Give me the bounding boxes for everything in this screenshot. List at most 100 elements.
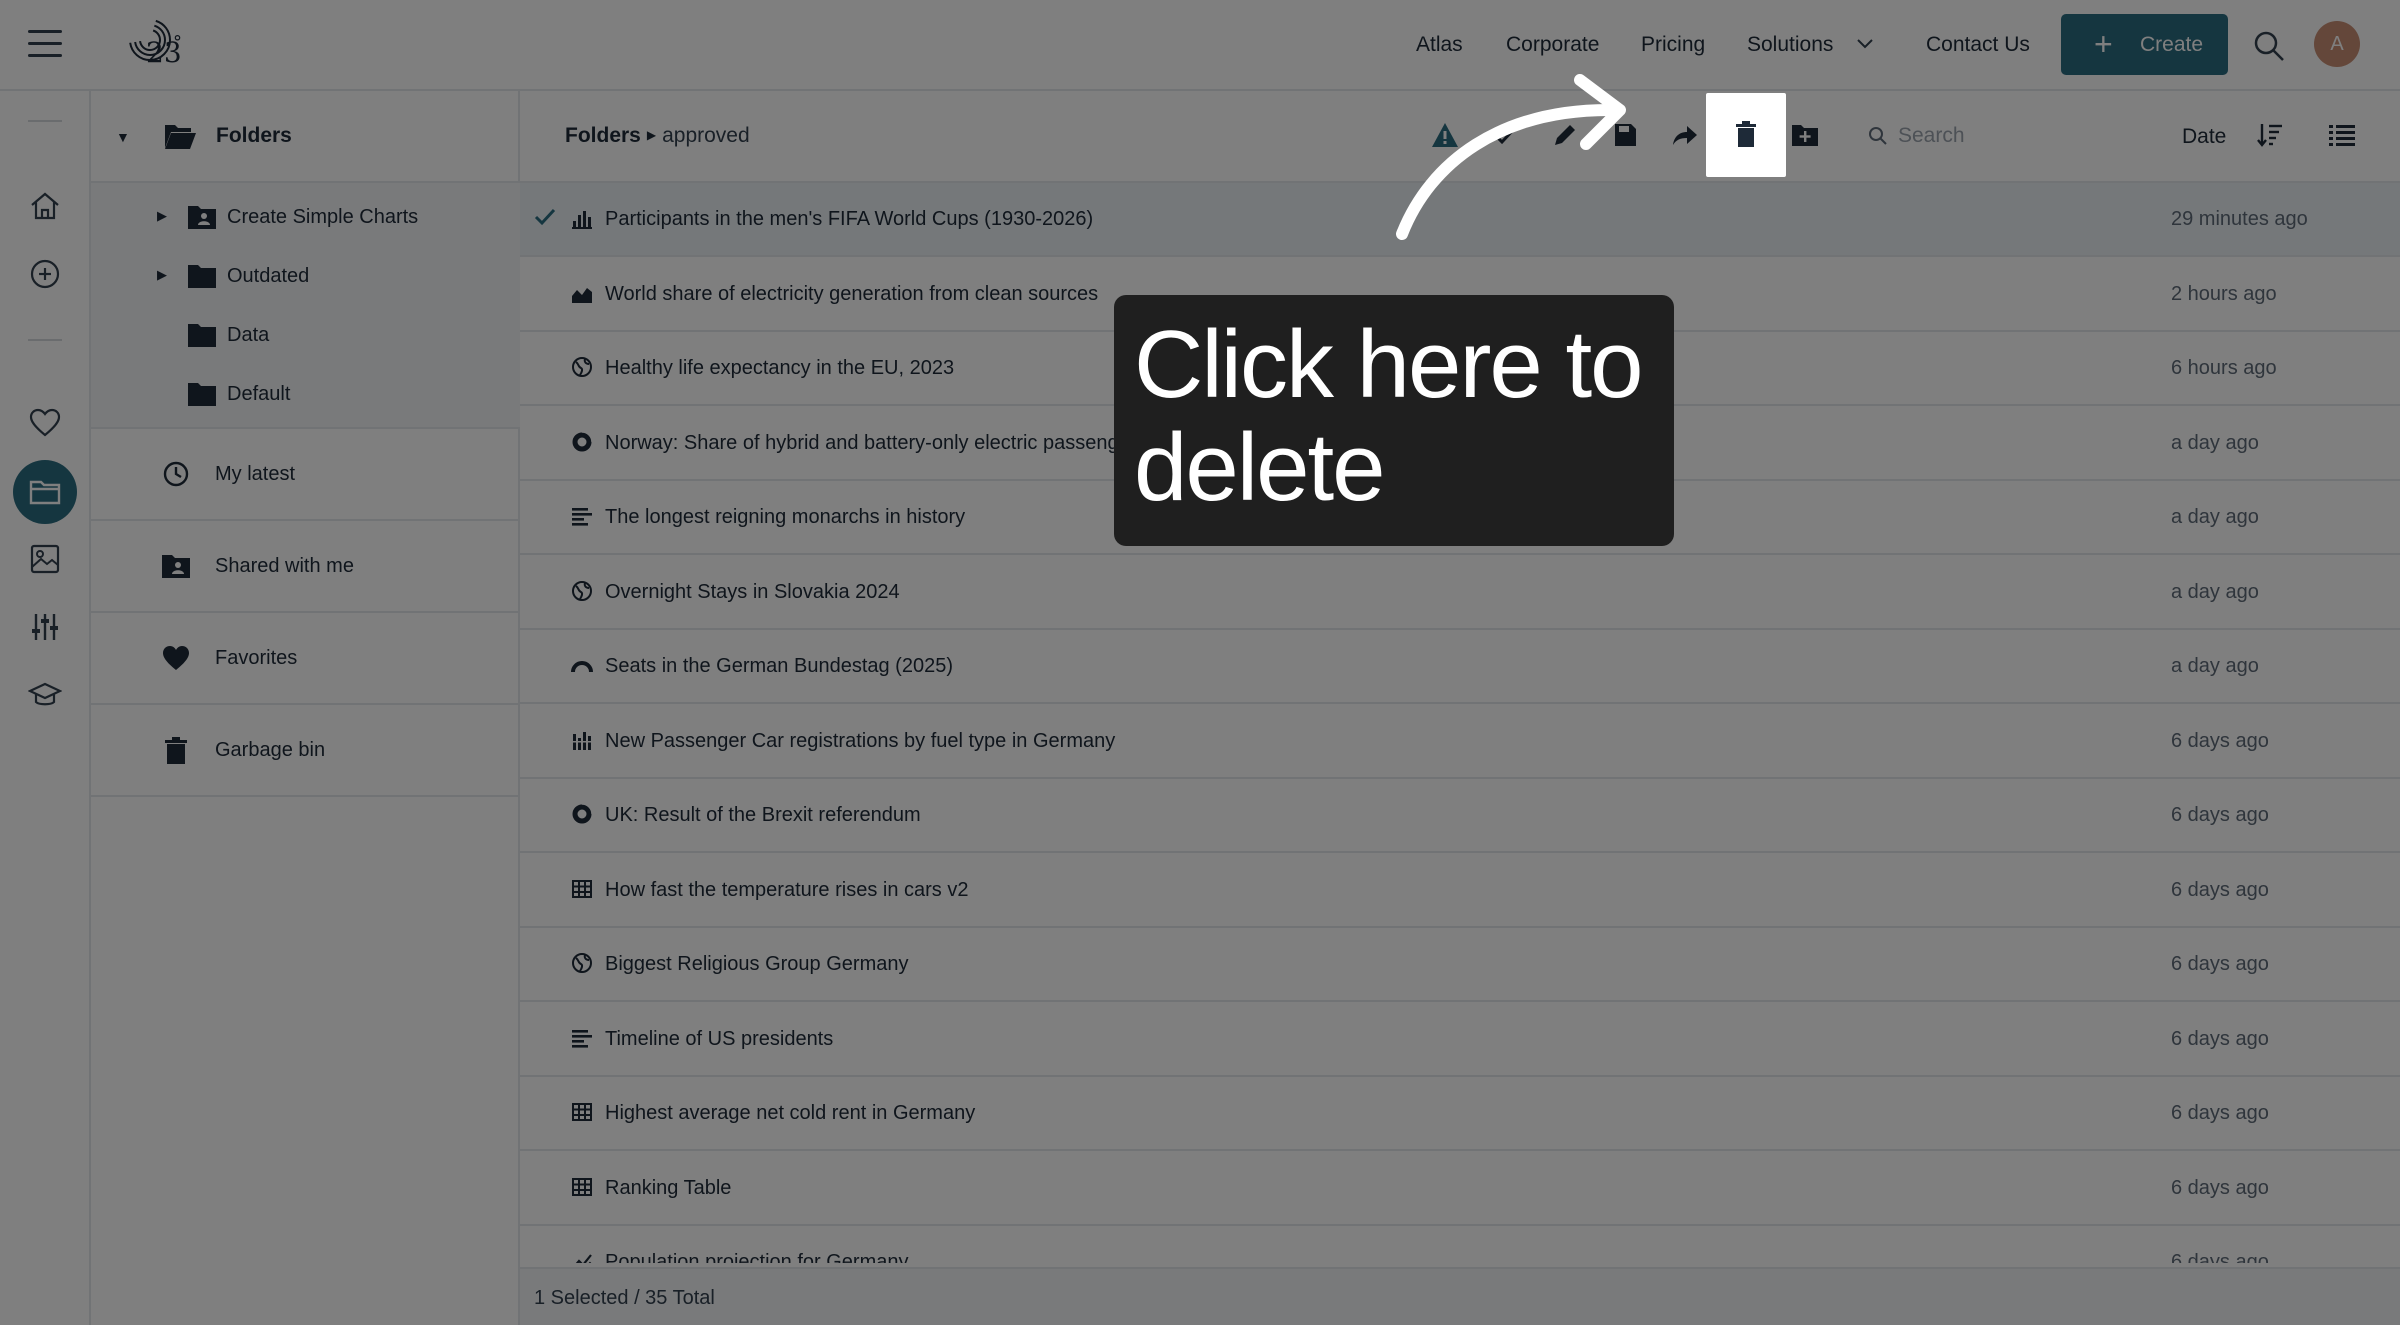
row-title[interactable]: Ranking Table	[605, 1177, 731, 1200]
folder-icon	[188, 383, 216, 406]
section-garbage-bin[interactable]: Garbage bin	[91, 705, 520, 797]
folders-root[interactable]: ▼ Folders	[91, 91, 520, 183]
home-icon[interactable]	[28, 189, 62, 223]
caret-right-icon[interactable]: ▶	[157, 267, 167, 283]
row-title[interactable]: World share of electricity generation fr…	[605, 283, 1098, 306]
trash-icon	[1736, 121, 1756, 147]
row-timestamp: 6 days ago	[2171, 1176, 2269, 1199]
nav-link-solutions[interactable]: Solutions	[1747, 33, 1833, 57]
row-title[interactable]: UK: Result of the Brexit referendum	[605, 804, 921, 827]
heart-icon[interactable]	[28, 406, 62, 440]
globe-icon	[572, 953, 592, 973]
row-timestamp: 6 hours ago	[2171, 357, 2277, 379]
chevron-down-icon[interactable]	[1854, 32, 1876, 54]
main-content: Folders ▶ approved Search Date Participa…	[520, 91, 2400, 1325]
row-title[interactable]: Overnight Stays in Slovakia 2024	[605, 581, 900, 604]
subfolder-label: Data	[227, 324, 270, 346]
row-title[interactable]: Healthy life expectancy in the EU, 2023	[605, 357, 954, 380]
list-row[interactable]: Biggest Religious Group Germany 6 days ag…	[520, 928, 2400, 1002]
row-title[interactable]: Timeline of US presidents	[605, 1028, 833, 1051]
row-title[interactable]: How fast the temperature rises in cars v…	[605, 879, 968, 902]
folder-tree-panel: ▼ Folders ▶ Create Simple Charts ▶ Outda…	[91, 91, 520, 1325]
tooltip-text: Click here to delete	[1134, 311, 1644, 521]
row-title[interactable]: Population projection for Germany	[605, 1251, 909, 1263]
row-title[interactable]: Biggest Religious Group Germany	[605, 953, 908, 976]
tutorial-tooltip: Click here to delete	[1114, 295, 1674, 546]
subfolder-create-simple-charts[interactable]: ▶ Create Simple Charts	[91, 187, 520, 246]
row-title[interactable]: New Passenger Car registrations by fuel …	[605, 730, 1115, 753]
rail-divider	[28, 339, 62, 341]
list-row[interactable]: Overnight Stays in Slovakia 2024 a day ag…	[520, 556, 2400, 630]
graduation-cap-icon[interactable]	[28, 678, 62, 712]
table-icon	[572, 879, 592, 898]
list-row[interactable]: Ranking Table 6 days ago	[520, 1152, 2400, 1226]
row-title[interactable]: Highest average net cold rent in Germany	[605, 1102, 975, 1125]
section-shared-with-me[interactable]: Shared with me	[91, 521, 520, 613]
search-icon[interactable]	[2252, 29, 2286, 63]
create-button[interactable]: + Create	[2061, 14, 2228, 75]
share-arrow-icon[interactable]	[1670, 120, 1700, 150]
list-row[interactable]: New Passenger Car registrations by fuel …	[520, 705, 2400, 779]
breadcrumb-root[interactable]: Folders	[565, 124, 641, 147]
logo-degree: °	[173, 32, 182, 53]
list-row[interactable]: Seats in the German Bundestag (2025) a da…	[520, 630, 2400, 704]
table-icon	[572, 1103, 592, 1121]
row-timestamp: 6 days ago	[2171, 1251, 2269, 1263]
section-favorites[interactable]: Favorites	[91, 613, 520, 705]
list-row[interactable]: How fast the temperature rises in cars v…	[520, 854, 2400, 928]
clock-icon	[163, 461, 189, 487]
selected-check-icon[interactable]	[534, 207, 556, 227]
row-timestamp: a day ago	[2171, 431, 2259, 454]
subfolder-default[interactable]: Default	[91, 364, 520, 423]
search-icon[interactable]	[1868, 126, 1888, 146]
list-row[interactable]: Highest average net cold rent in Germany…	[520, 1077, 2400, 1151]
nav-link-pricing[interactable]: Pricing	[1641, 33, 1705, 57]
parliament-chart-icon	[571, 661, 593, 673]
plus-icon: +	[2094, 26, 2113, 62]
row-title[interactable]: The longest reigning monarchs in history	[605, 506, 965, 529]
caret-down-icon[interactable]: ▼	[116, 129, 130, 145]
breadcrumb-separator-icon: ▶	[646, 128, 657, 142]
folder-icon	[188, 324, 216, 347]
sort-descending-icon[interactable]	[2256, 121, 2284, 149]
hamburger-menu-icon[interactable]	[28, 30, 62, 60]
section-my-latest[interactable]: My latest	[91, 429, 520, 521]
create-button-label: Create	[2140, 33, 2204, 56]
nav-link-corporate[interactable]: Corporate	[1506, 33, 1599, 57]
list-row[interactable]: Population projection for Germany 6 days …	[520, 1226, 2400, 1263]
subfolder-outdated[interactable]: ▶ Outdated	[91, 246, 520, 305]
add-circle-icon[interactable]	[28, 257, 62, 291]
search-input[interactable]	[1898, 119, 2068, 153]
list-view-icon[interactable]	[2328, 122, 2356, 148]
nav-link-contact-us[interactable]: Contact Us	[1926, 33, 2030, 57]
section-label: Favorites	[215, 647, 298, 669]
subfolder-list: ▶ Create Simple Charts ▶ Outdated Data D…	[91, 183, 520, 429]
row-title[interactable]: Participants in the men's FIFA World Cup…	[605, 208, 1093, 231]
sort-label[interactable]: Date	[2182, 125, 2226, 149]
row-timestamp: 6 days ago	[2171, 953, 2269, 975]
rail-folders-button[interactable]	[13, 460, 77, 524]
section-label: Shared with me	[215, 555, 354, 577]
shared-folder-icon	[162, 555, 190, 578]
folders-root-label: Folders	[216, 124, 292, 147]
donut-chart-icon	[572, 803, 593, 824]
folder-open-icon	[165, 125, 196, 149]
breadcrumb-current: approved	[662, 124, 750, 147]
caret-right-icon[interactable]: ▶	[157, 208, 167, 224]
nav-link-atlas[interactable]: Atlas	[1416, 33, 1463, 57]
table-icon	[572, 1177, 592, 1196]
bar-chart-icon	[572, 211, 592, 229]
subfolder-data[interactable]: Data	[91, 305, 520, 364]
globe-icon	[572, 580, 592, 601]
timeline-icon	[572, 508, 592, 526]
list-row[interactable]: UK: Result of the Brexit referendum 6 day…	[520, 779, 2400, 853]
user-avatar[interactable]: A	[2314, 21, 2360, 67]
move-to-folder-icon[interactable]	[1790, 120, 1820, 150]
sliders-icon[interactable]	[28, 610, 62, 644]
row-title[interactable]: Seats in the German Bundestag (2025)	[605, 655, 953, 678]
list-row[interactable]: Timeline of US presidents 6 days ago	[520, 1003, 2400, 1077]
delete-button-highlight[interactable]	[1706, 93, 1786, 177]
subfolder-label: Create Simple Charts	[227, 206, 419, 228]
image-icon[interactable]	[28, 542, 62, 576]
subfolder-label: Default	[227, 383, 291, 405]
